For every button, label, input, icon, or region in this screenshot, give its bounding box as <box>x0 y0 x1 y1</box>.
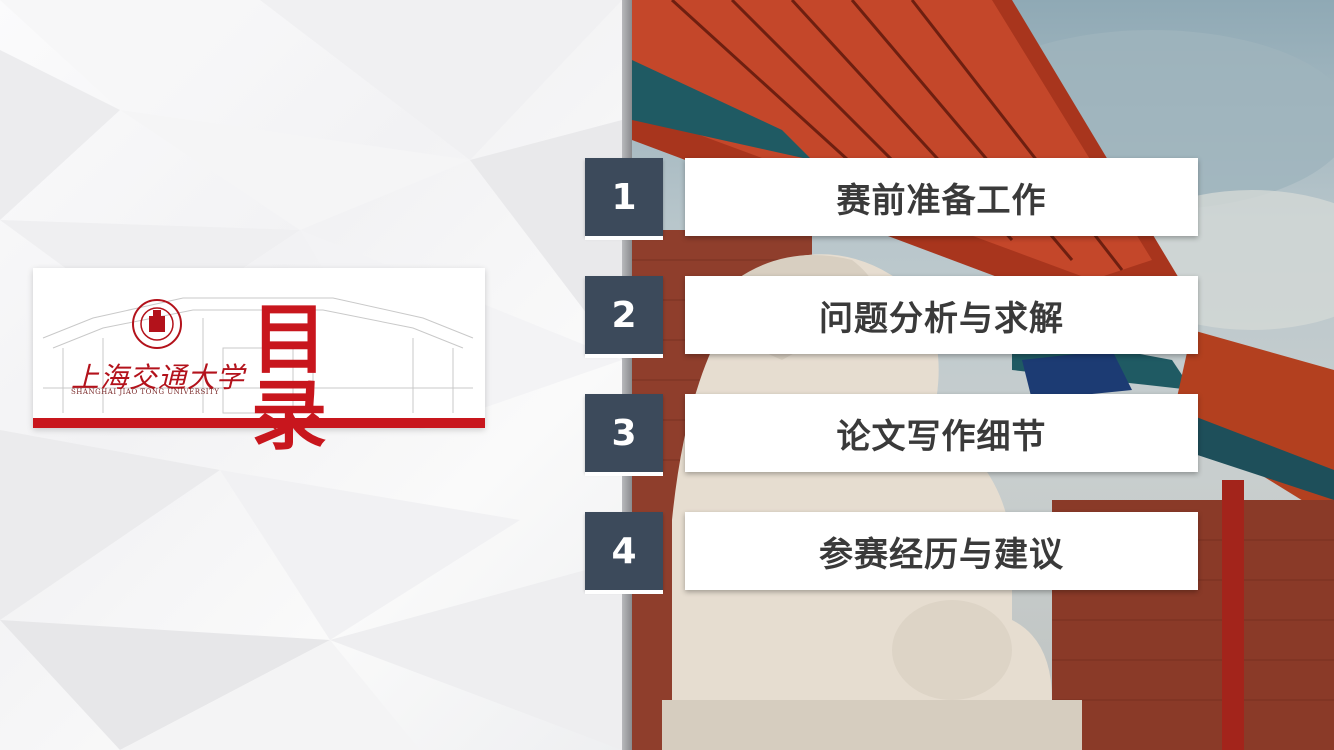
university-seal-icon <box>132 299 182 349</box>
campus-gate-photo <box>632 0 1334 750</box>
menu-item-label: 参赛经历与建议 <box>685 512 1198 590</box>
menu-item-number: 4 <box>585 512 663 594</box>
title-card: 上海交通大学 SHANGHAI JIAO TONG UNIVERSITY 目 录 <box>33 268 485 454</box>
menu-item-number: 1 <box>585 158 663 240</box>
university-logo-subtitle: SHANGHAI JIAO TONG UNIVERSITY <box>71 388 220 396</box>
menu-item-1[interactable]: 1 赛前准备工作 <box>585 158 1198 240</box>
menu-item-label: 赛前准备工作 <box>685 158 1198 236</box>
menu-item-number: 3 <box>585 394 663 476</box>
vertical-divider <box>622 0 632 750</box>
menu-item-label: 论文写作细节 <box>685 394 1198 472</box>
page-title: 目 录 <box>251 295 367 460</box>
menu-item-3[interactable]: 3 论文写作细节 <box>585 394 1198 476</box>
menu-item-number: 2 <box>585 276 663 358</box>
title-accent-bar <box>33 418 485 428</box>
menu-item-label: 问题分析与求解 <box>685 276 1198 354</box>
menu-item-2[interactable]: 2 问题分析与求解 <box>585 276 1198 358</box>
photo-illustration <box>632 0 1334 750</box>
menu-item-4[interactable]: 4 参赛经历与建议 <box>585 512 1198 594</box>
